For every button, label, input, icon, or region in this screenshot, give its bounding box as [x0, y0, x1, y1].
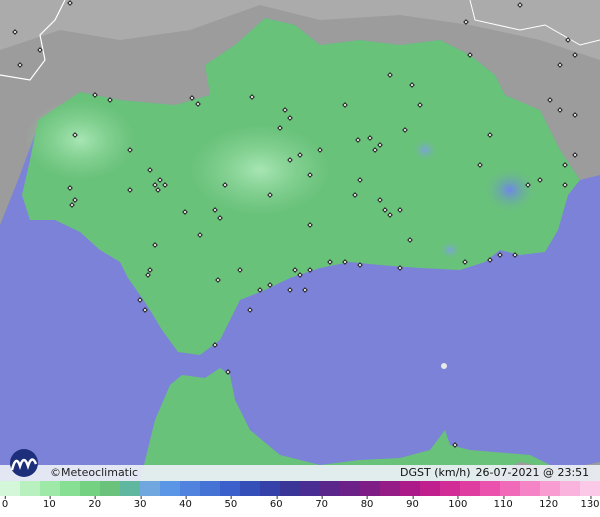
scale-tick-label: 130 [580, 496, 600, 510]
scale-swatch [120, 481, 140, 496]
scale-swatch [560, 481, 580, 496]
scale-tick-label: 30 [133, 496, 147, 510]
scale-swatch [200, 481, 220, 496]
gust-patch-west [25, 100, 135, 180]
scale-tick-label: 120 [539, 496, 559, 510]
scale-swatch [360, 481, 380, 496]
scale-swatch [380, 481, 400, 496]
scale-ticks: 0 10 20 30 40 50 60 70 80 90 100 110 120 130 [0, 496, 600, 517]
scale-tick-label: 40 [179, 496, 192, 510]
scale-swatch [440, 481, 460, 496]
scale-tick-label: 0 [1, 496, 9, 510]
scale-tick-label: 70 [315, 496, 329, 510]
scale-swatch [0, 481, 20, 496]
scale-swatch [520, 481, 540, 496]
scale-swatch [540, 481, 560, 496]
scale-swatch [480, 481, 500, 496]
scale-swatch [320, 481, 340, 496]
metric-name: DGST (km/h) [400, 466, 471, 479]
scale-swatch [20, 481, 40, 496]
gust-patch-granada [411, 138, 439, 162]
scale-tick-label: 50 [224, 496, 238, 510]
scale-swatch [260, 481, 280, 496]
scale-swatch [40, 481, 60, 496]
gust-patch-center [190, 125, 330, 215]
scale-swatch [340, 481, 360, 496]
color-scale [0, 481, 600, 496]
scale-tick-label: 10 [43, 496, 56, 510]
scale-swatch [300, 481, 320, 496]
scale-swatch [180, 481, 200, 496]
scale-swatch [420, 481, 440, 496]
wind-gust-map [0, 0, 600, 481]
scale-swatch [280, 481, 300, 496]
brand-label: ©Meteoclimatic [50, 466, 139, 479]
gust-patch-almeria [482, 166, 538, 214]
meteoclimatic-logo [10, 449, 38, 477]
scale-tick-label: 80 [360, 496, 374, 510]
scale-swatch [140, 481, 160, 496]
scale-swatch [100, 481, 120, 496]
scale-tick-label: 110 [493, 496, 513, 510]
scale-swatch [160, 481, 180, 496]
scale-tick-label: 60 [269, 496, 283, 510]
scale-swatch [400, 481, 420, 496]
scale-tick-label: 100 [448, 496, 468, 510]
scale-swatch [460, 481, 480, 496]
alboran-island [441, 363, 447, 369]
scale-swatch [240, 481, 260, 496]
scale-tick-label: 90 [406, 496, 419, 510]
scale-swatch [580, 481, 600, 496]
gust-patch-coast [438, 240, 462, 260]
scale-swatch [60, 481, 80, 496]
scale-swatch [220, 481, 240, 496]
scale-swatch [80, 481, 100, 496]
scale-swatch [500, 481, 520, 496]
scale-tick-label: 20 [88, 496, 102, 510]
